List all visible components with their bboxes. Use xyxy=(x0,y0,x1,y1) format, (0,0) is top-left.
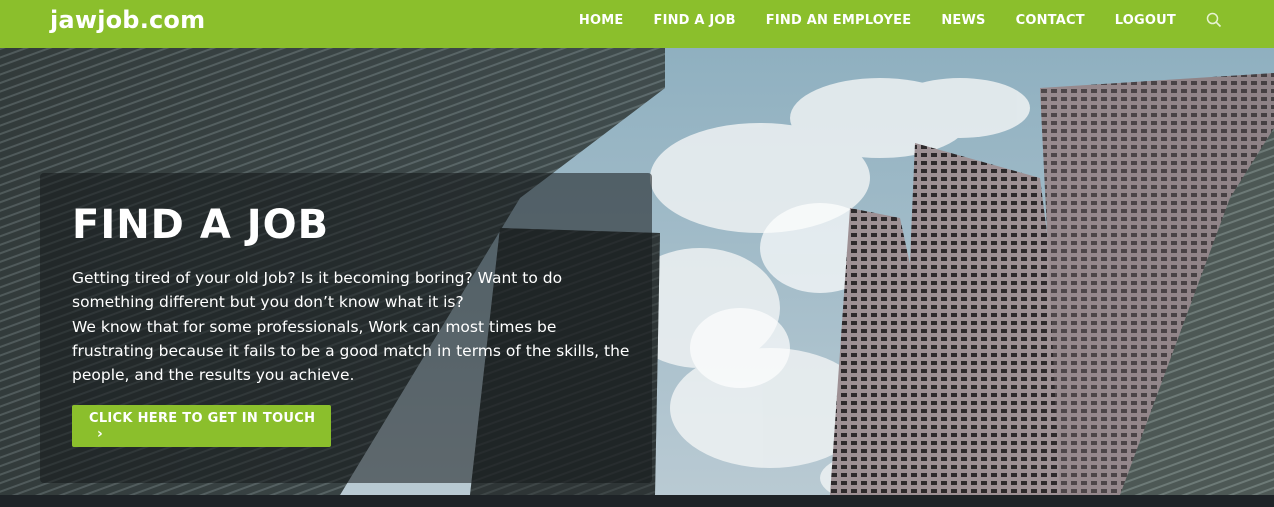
main-nav: HOME FIND A JOB FIND AN EMPLOYEE NEWS CO… xyxy=(579,0,1274,40)
get-in-touch-label: CLICK HERE TO GET IN TOUCH xyxy=(89,410,316,426)
nav-find-a-job[interactable]: FIND A JOB xyxy=(653,13,735,28)
nav-contact[interactable]: CONTACT xyxy=(1016,13,1085,28)
hero-paragraph-2: We know that for some professionals, Wor… xyxy=(72,317,630,385)
hero-description: Getting tired of your old Job? Is it bec… xyxy=(72,266,632,387)
site-header: jawjob.com HOME FIND A JOB FIND AN EMPLO… xyxy=(0,0,1274,48)
hero-paragraph-1: Getting tired of your old Job? Is it bec… xyxy=(72,269,563,312)
nav-find-an-employee[interactable]: FIND AN EMPLOYEE xyxy=(766,13,912,28)
chevron-right-icon: › xyxy=(97,425,104,442)
hero-title: FIND A JOB xyxy=(72,202,330,248)
nav-home[interactable]: HOME xyxy=(579,13,624,28)
get-in-touch-button[interactable]: CLICK HERE TO GET IN TOUCH › xyxy=(72,405,331,447)
nav-news[interactable]: NEWS xyxy=(941,13,985,28)
bottom-bar xyxy=(0,495,1274,507)
site-logo[interactable]: jawjob.com xyxy=(50,6,205,34)
nav-logout[interactable]: LOGOUT xyxy=(1115,13,1176,28)
search-icon[interactable] xyxy=(1206,12,1222,28)
